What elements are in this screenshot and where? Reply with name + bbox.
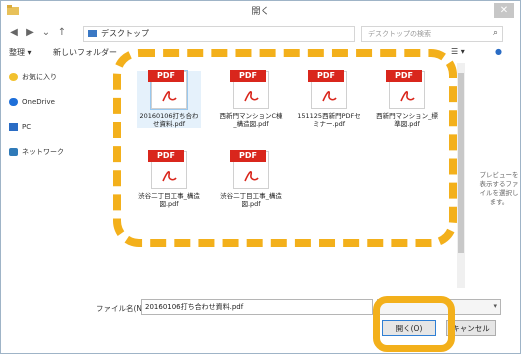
chevron-down-icon: ▾ bbox=[493, 302, 497, 310]
organize-button[interactable]: 整理 ▾ bbox=[9, 47, 32, 58]
preview-pane-message: プレビューを表示するファイルを選択します。 bbox=[479, 171, 519, 206]
sidebar-item-label: お気に入り bbox=[22, 73, 57, 81]
close-button[interactable]: ✕ bbox=[494, 3, 514, 18]
open-button-highlight-annotation bbox=[373, 296, 455, 352]
sidebar-item-label: OneDrive bbox=[22, 98, 55, 106]
filename-input[interactable]: 20160106打ち合わせ資料.pdf bbox=[141, 299, 373, 315]
star-icon bbox=[9, 73, 18, 81]
open-file-dialog: 開く ✕ ◀ ▶ ⌄ ↑ デスクトップ ⌄ ↻ デスクトップの検索 ⌕ 整理 ▾… bbox=[0, 0, 521, 354]
back-button[interactable]: ◀ bbox=[7, 26, 21, 40]
pc-icon bbox=[9, 123, 18, 131]
title-bar: 開く ✕ bbox=[1, 1, 520, 21]
search-input[interactable]: デスクトップの検索 ⌕ bbox=[361, 26, 503, 42]
search-icon[interactable]: ⌕ bbox=[493, 28, 498, 38]
navigation-pane: お気に入り OneDrive PC ネットワーク bbox=[1, 63, 129, 293]
files-highlight-annotation bbox=[113, 49, 457, 247]
search-placeholder: デスクトップの検索 bbox=[368, 30, 431, 38]
new-folder-button[interactable]: 新しいフォルダー bbox=[53, 47, 117, 58]
sidebar-item-label: ネットワーク bbox=[22, 148, 64, 156]
sidebar-item-label: PC bbox=[22, 123, 32, 131]
filename-label: ファイル名(N): bbox=[96, 304, 148, 313]
view-options-button[interactable]: ☰ ▾ bbox=[451, 47, 465, 56]
desktop-icon bbox=[88, 30, 97, 37]
filename-value: 20160106打ち合わせ資料.pdf bbox=[145, 303, 244, 311]
sidebar-item-onedrive[interactable]: OneDrive bbox=[9, 96, 55, 108]
address-bar[interactable]: デスクトップ ⌄ ↻ bbox=[83, 26, 390, 42]
forward-button[interactable]: ▶ bbox=[23, 26, 37, 40]
vertical-scrollbar[interactable] bbox=[457, 63, 465, 288]
address-text: デスクトップ bbox=[101, 29, 149, 38]
scrollbar-thumb[interactable] bbox=[458, 73, 464, 253]
navigation-bar: ◀ ▶ ⌄ ↑ デスクトップ ⌄ ↻ デスクトップの検索 ⌕ bbox=[1, 23, 520, 43]
cloud-icon bbox=[9, 98, 18, 106]
network-icon bbox=[9, 148, 18, 156]
help-icon[interactable]: ● bbox=[495, 47, 502, 56]
sidebar-item-pc[interactable]: PC bbox=[9, 121, 31, 133]
sidebar-item-favorites[interactable]: お気に入り bbox=[9, 71, 57, 83]
window-title: 開く bbox=[251, 7, 270, 17]
recent-locations-dropdown[interactable]: ⌄ bbox=[39, 26, 53, 40]
sidebar-item-network[interactable]: ネットワーク bbox=[9, 146, 64, 158]
up-button[interactable]: ↑ bbox=[55, 26, 69, 40]
